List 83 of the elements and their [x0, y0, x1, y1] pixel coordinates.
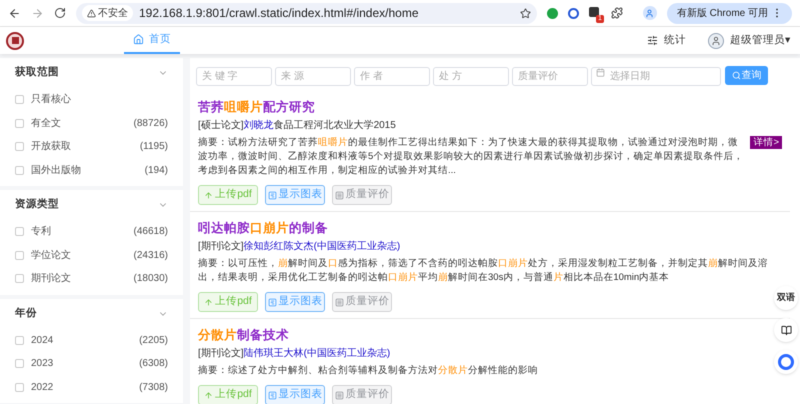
checkbox[interactable] — [15, 166, 24, 175]
result-abstract: 摘要：试粉方法研究了苦荞咀嚼片的最佳制作工艺得出结果如下：为了快速大最的获得其提取物，试验通过对浸泡时期，微波功率，微波时间、乙醇浓度和料液等5个对提取效果影响较大的因素进行单因素试验做初步探讨，确定单因素提取条件后，考虑到各因素之间的相互作用，制定相应的试验并对其结... — [198, 136, 744, 178]
stats-link[interactable]: 统计 — [647, 32, 686, 48]
filter-label[interactable]: 期刊论文 — [31, 271, 134, 286]
upload-icon — [204, 298, 214, 306]
filter-count: (46618) — [134, 225, 168, 240]
book-icon — [780, 324, 792, 336]
result-meta: [期刊论文]陆伟琪王大林(中国医药工业杂志) — [198, 347, 390, 360]
details-link[interactable]: 详情> — [750, 136, 782, 149]
rating-icon — [334, 390, 344, 400]
result-title[interactable]: 分散片制备技术 — [198, 327, 289, 343]
filter-label[interactable]: 2023 — [31, 356, 140, 372]
filter-label[interactable]: 2024 — [31, 332, 140, 348]
result-meta: [硕士论文]刘晓龙食品工程河北农业大学2015 — [198, 119, 396, 132]
filter-count: (24316) — [134, 248, 168, 263]
assistant-icon — [778, 354, 794, 370]
search-field[interactable]: 来 源 — [275, 67, 351, 86]
search-field[interactable]: 关 键 字 — [196, 67, 272, 86]
extension-icon[interactable] — [568, 8, 579, 18]
filter-label[interactable]: 专利 — [31, 224, 134, 240]
checkbox[interactable] — [15, 95, 24, 104]
filter-count: (18030) — [134, 272, 168, 286]
person-icon — [645, 8, 654, 18]
filter-section-title: 年份 — [15, 306, 37, 321]
filter-count: (7308) — [139, 380, 168, 395]
sliders-icon — [647, 35, 658, 46]
result-title[interactable]: 苦荞咀嚼片配方研究 — [198, 99, 315, 115]
filter-label[interactable]: 2022 — [31, 380, 140, 395]
search-field[interactable]: 处 方 — [433, 67, 509, 86]
chart-icon — [268, 298, 276, 306]
checkbox[interactable] — [15, 359, 24, 368]
logo-icon — [6, 32, 24, 50]
menu-dots[interactable]: ⋮ — [772, 6, 782, 20]
filter-label[interactable]: 国外出版物 — [31, 162, 145, 178]
rating-icon — [334, 190, 344, 200]
filter-section-title: 资源类型 — [15, 197, 59, 212]
result-title[interactable]: 吲达帕胺口崩片的制备 — [198, 220, 328, 236]
search-field[interactable]: 质量评价 — [512, 67, 588, 86]
filter-count: (6308) — [139, 357, 168, 372]
search-icon — [732, 70, 740, 80]
filter-count: (88726) — [134, 116, 168, 131]
filter-label[interactable]: 学位论文 — [31, 248, 134, 263]
upload-icon — [204, 190, 214, 200]
filter-section-title: 获取范围 — [15, 65, 59, 80]
filter-count: (2205) — [139, 334, 168, 348]
result-meta: [期刊论文]徐知彭红陈文杰(中国医药工业杂志) — [198, 240, 400, 253]
checkbox[interactable] — [15, 250, 24, 260]
extensions-icon[interactable] — [610, 7, 623, 19]
checkbox[interactable] — [15, 336, 24, 345]
result-abstract: 摘要：综述了处方中解剂、粘合剂等辅料及制备方法对分散片分解性能的影响 — [198, 364, 539, 378]
security-chip[interactable]: 不安全 — [82, 5, 133, 21]
filter-label[interactable]: 开放获取 — [31, 139, 140, 154]
rating-icon — [334, 298, 344, 306]
profile-avatar[interactable] — [642, 6, 657, 20]
update-button[interactable]: 有新版 Chrome 可用 ⋮ — [666, 2, 792, 24]
checkbox[interactable] — [15, 118, 24, 128]
user-avatar[interactable] — [708, 32, 724, 48]
search-field[interactable]: 作 者 — [354, 67, 430, 86]
filter-label[interactable]: 只看核心 — [31, 92, 168, 108]
forward-icon[interactable] — [31, 6, 44, 20]
extension-icon[interactable] — [588, 7, 599, 17]
checkbox[interactable] — [15, 227, 24, 236]
filter-count: (1195) — [140, 140, 168, 154]
address-bar[interactable]: 不安全 192.168.1.9:801/crawl.static/index.html#/index/home — [76, 2, 537, 24]
calendar-icon — [596, 68, 605, 77]
chart-icon — [268, 390, 276, 400]
home-icon — [133, 34, 144, 45]
user-menu[interactable]: 超级管理员▾ — [730, 32, 791, 48]
filter-count: (194) — [144, 164, 168, 178]
url-text: 192.168.1.9:801/crawl.static/index.html#/index/home — [139, 5, 420, 22]
date-field[interactable]: 选择日期 — [591, 67, 721, 86]
result-abstract: 摘要：以可压性，崩解时间及 口 感为指标，筛选了不含药的吲达帕胺口崩片处方，采用湿发制粒工艺制备，并制定其崩解时间及溶出，结果表明，采用优化工艺制备的吲达帕 口崩片平均崩解时间在30s内，与普通片相比本品在10min内基本 — [198, 257, 769, 285]
chart-icon — [268, 190, 276, 200]
bookmark-star-icon[interactable] — [520, 8, 531, 18]
back-icon[interactable] — [8, 6, 21, 20]
upload-icon — [204, 390, 214, 400]
person-icon — [711, 36, 721, 46]
checkbox[interactable] — [15, 142, 24, 152]
filter-label[interactable]: 有全文 — [31, 116, 134, 131]
reload-icon[interactable] — [54, 7, 66, 19]
checkbox[interactable] — [15, 274, 24, 284]
checkbox[interactable] — [15, 382, 24, 392]
warning-icon — [87, 8, 96, 18]
